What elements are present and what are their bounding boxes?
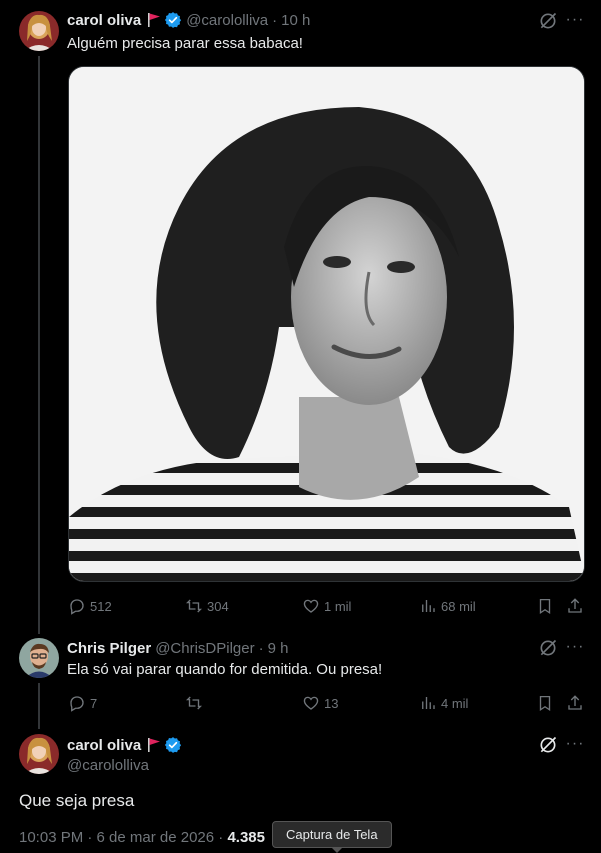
heart-icon (303, 599, 319, 613)
verified-badge-icon (165, 12, 182, 28)
retweet-button[interactable] (185, 693, 207, 713)
display-name[interactable]: carol oliva (67, 12, 141, 29)
user-handle[interactable]: @carololliva (186, 12, 268, 29)
red-flag-icon (148, 13, 161, 27)
views-button[interactable]: 4 mil (419, 693, 468, 713)
bookmark-button[interactable] (536, 596, 554, 616)
reply-icon (70, 696, 84, 712)
separator-dot: · (258, 639, 264, 657)
tweet-meta: 10:03 PM · 6 de mar de 2026 · 4.385 (19, 829, 265, 846)
retweet-button[interactable]: 304 (185, 596, 229, 616)
tweet-header: carol oliva @carololliva · 10 h (67, 10, 310, 30)
thread-line-1 (38, 56, 40, 634)
reply-button[interactable]: 512 (68, 596, 112, 616)
like-count: 13 (324, 695, 339, 711)
views-count: 68 mil (441, 598, 476, 614)
share-button[interactable] (566, 693, 584, 713)
tweet-actions: 7 13 4 mil (68, 693, 585, 713)
more-options-icon[interactable]: ··· (565, 637, 585, 657)
tweet-text: Alguém precisa parar essa babaca! (67, 35, 303, 52)
views-chart-icon (422, 600, 435, 612)
bookmark-button[interactable] (536, 693, 554, 713)
avatar[interactable] (19, 638, 59, 678)
grok-icon[interactable] (538, 735, 558, 755)
tweet-header: carol oliva (67, 735, 182, 755)
views-chart-icon (422, 697, 435, 709)
separator-dot: · (272, 11, 278, 29)
tweet-header: Chris Pilger @ChrisDPilger · 9 h (67, 638, 288, 658)
views-count: 4 mil (441, 695, 469, 711)
reply-icon (70, 599, 84, 615)
tweet-timestamp[interactable]: 10:03 PM · 6 de mar de 2026 · (19, 829, 223, 846)
views-button[interactable]: 68 mil (419, 596, 476, 616)
tweet-text: Que seja presa (19, 791, 135, 810)
red-flag-icon (148, 738, 161, 752)
views-count: 4.385 (227, 829, 265, 846)
bookmark-icon (539, 695, 551, 712)
retweet-count: 304 (207, 598, 229, 614)
bookmark-icon (539, 598, 551, 615)
reply-button[interactable]: 7 (68, 693, 97, 713)
retweet-icon (185, 696, 203, 710)
like-count: 1 mil (324, 598, 352, 614)
tweet-photo[interactable] (68, 66, 585, 582)
user-handle[interactable]: @ChrisDPilger (155, 640, 254, 657)
like-button[interactable]: 1 mil (302, 596, 351, 616)
retweet-icon (185, 599, 203, 613)
more-options-icon[interactable]: ··· (565, 10, 585, 30)
grok-icon[interactable] (538, 638, 558, 658)
avatar[interactable] (19, 734, 59, 774)
like-button[interactable]: 13 (302, 693, 338, 713)
tweet-time[interactable]: 10 h (281, 12, 310, 29)
grok-icon[interactable] (538, 11, 558, 31)
tweet-actions: 512 304 1 mil 68 mil (68, 596, 585, 616)
display-name[interactable]: carol oliva (67, 737, 141, 754)
reply-count: 512 (90, 598, 112, 614)
tweet-time[interactable]: 9 h (268, 640, 289, 657)
heart-icon (303, 696, 319, 710)
verified-badge-icon (165, 737, 182, 753)
avatar[interactable] (19, 11, 59, 51)
share-icon (568, 695, 582, 710)
tweet-text: Ela só vai parar quando for demitida. Ou… (67, 661, 383, 678)
thread-line-2 (38, 683, 40, 729)
tooltip-arrow (331, 847, 343, 853)
display-name[interactable]: Chris Pilger (67, 640, 151, 657)
tooltip: Captura de Tela (272, 821, 392, 848)
share-icon (568, 598, 582, 613)
share-button[interactable] (566, 596, 584, 616)
tweet-handle-row: @carololliva (67, 755, 149, 775)
reply-count: 7 (90, 695, 98, 711)
more-options-icon[interactable]: ··· (565, 734, 585, 754)
user-handle[interactable]: @carololliva (67, 757, 149, 774)
